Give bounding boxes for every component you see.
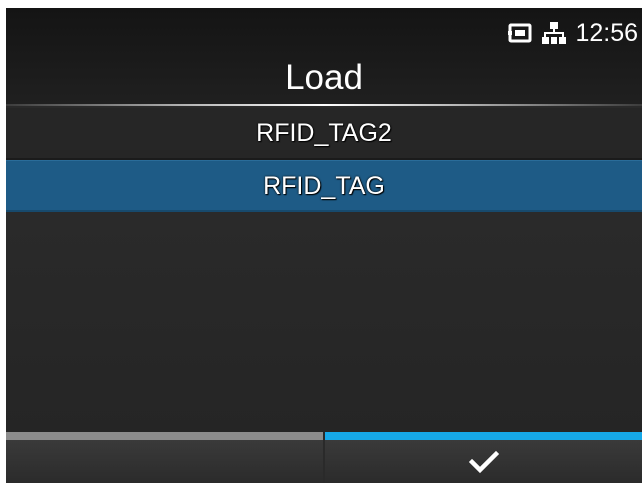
- checkmark-icon: [468, 450, 499, 479]
- header-divider: [6, 104, 642, 106]
- list-item-label: RFID_TAG2: [256, 119, 392, 147]
- softkey-left-button[interactable]: [6, 432, 323, 483]
- list-item-label: RFID_TAG: [263, 172, 385, 200]
- softkey-bar: [6, 432, 642, 483]
- network-lan-icon: [541, 20, 567, 46]
- header-bar: 12:56 Load: [6, 8, 642, 106]
- list-item-rfid-tag[interactable]: RFID_TAG: [6, 160, 642, 212]
- page-title: Load: [285, 58, 363, 97]
- clock-time: 12:56: [575, 18, 638, 47]
- printer-display: 12:56 Load RFID_TAG2 RFID_TAG: [6, 8, 642, 483]
- status-bar: 12:56: [507, 18, 638, 48]
- softkey-confirm-button[interactable]: [325, 432, 642, 483]
- empty-list-area: [6, 212, 642, 432]
- file-list: RFID_TAG2 RFID_TAG: [6, 108, 642, 212]
- list-item-rfid-tag2[interactable]: RFID_TAG2: [6, 108, 642, 160]
- storage-card-icon: [507, 20, 533, 46]
